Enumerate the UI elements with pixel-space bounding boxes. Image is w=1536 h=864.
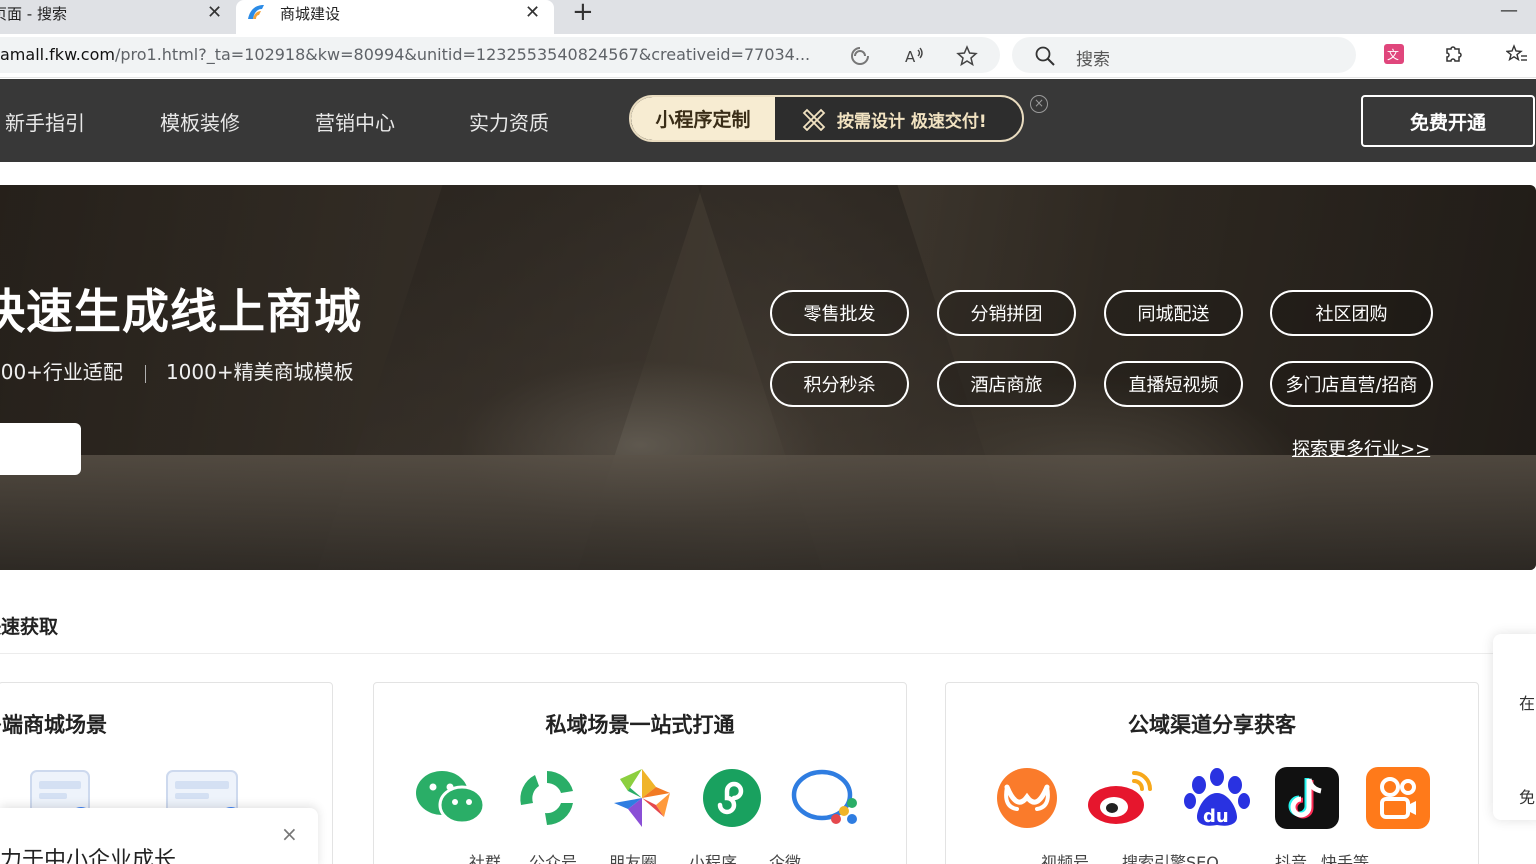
industry-tag[interactable]: 分销拼团 <box>937 290 1076 336</box>
weibo-icon <box>1088 771 1152 824</box>
hero-cta-button[interactable] <box>0 423 81 475</box>
extensions-puzzle-icon[interactable] <box>1442 43 1464 65</box>
industry-tag[interactable]: 酒店商旅 <box>937 361 1076 407</box>
channels-icon <box>997 768 1057 828</box>
moments-icon <box>613 769 671 827</box>
edge-refresh-icon[interactable] <box>849 45 871 67</box>
browser-tab-search[interactable]: 页面 - 搜索 ✕ <box>0 0 233 34</box>
industry-tag[interactable]: 零售批发 <box>770 290 909 336</box>
site-nav-bar: 新手指引 模板装修 营销中心 实力资质 小程序定制 按需设计 极速交付! <box>0 79 1536 162</box>
browser-search-box[interactable]: 搜索 <box>1012 37 1356 73</box>
douyin-icon <box>1275 767 1339 829</box>
site-favicon-icon <box>248 5 264 19</box>
card-title: 私域场景一站式打通 <box>545 713 735 737</box>
divider <box>0 653 1536 654</box>
wechat-icon <box>416 771 486 825</box>
design-tools-icon <box>802 108 826 131</box>
industry-tag[interactable]: 社区团购 <box>1270 290 1433 336</box>
hero-sub-templates: 1000+精美商城模板 <box>165 360 354 384</box>
section-title: 快速获取 <box>0 616 59 638</box>
address-bar: amall.fkw.com/pro1.html?_ta=102918&kw=80… <box>0 34 1536 78</box>
channel-label: 朋友圈 <box>609 853 658 864</box>
promo-slogan: 按需设计 极速交付! <box>837 112 987 132</box>
svg-text:A: A <box>905 48 916 66</box>
browser-tab-mall[interactable]: 商城建设 ✕ <box>236 0 554 34</box>
channel-label: 小程序 <box>689 853 738 864</box>
url-domain: amall.fkw.com <box>0 45 115 64</box>
close-icon[interactable]: × <box>281 822 298 846</box>
search-placeholder: 搜索 <box>1076 50 1110 70</box>
favorite-star-icon[interactable] <box>956 45 978 67</box>
tab-close-icon[interactable]: ✕ <box>525 4 540 22</box>
url-text: amall.fkw.com/pro1.html?_ta=102918&kw=80… <box>0 45 810 64</box>
read-aloud-icon[interactable]: A <box>903 45 925 67</box>
hero-subtitle: 100+行业适配 1000+精美商城模板 <box>0 356 354 385</box>
new-tab-icon[interactable]: + <box>572 0 594 25</box>
free-trial-label: 免 <box>1519 788 1536 807</box>
floating-contact-panel[interactable]: 在 免 <box>1493 634 1536 820</box>
hero-background-floor <box>0 455 1536 570</box>
url-path: /pro1.html?_ta=102918&kw=80994&unitid=12… <box>114 45 811 64</box>
promo-label: 小程序定制 <box>631 97 775 140</box>
baidu-icon: du <box>1184 768 1250 827</box>
channel-label: 快手等 <box>1321 853 1370 864</box>
nav-item-qualifications[interactable]: 实力资质 <box>469 107 549 136</box>
promo-close-icon[interactable]: × <box>1030 95 1048 113</box>
channel-label: 社群 <box>469 853 502 864</box>
kuaishou-icon <box>1366 767 1430 829</box>
free-signup-button[interactable]: 免费开通 <box>1361 95 1535 147</box>
channel-label: 抖音 <box>1275 853 1308 864</box>
miniprogram-icon <box>703 769 761 827</box>
browser-tab-bar: 页面 - 搜索 ✕ 商城建设 ✕ + — <box>0 0 1536 34</box>
hero-title: 快速生成线上商城 <box>0 285 362 340</box>
divider <box>144 364 146 383</box>
svg-text:文: 文 <box>1387 47 1399 62</box>
minimize-window-icon[interactable]: — <box>1500 0 1518 21</box>
channel-label: 企微 <box>769 853 802 864</box>
explore-more-industries-link[interactable]: 探索更多行业>> <box>1292 435 1430 461</box>
channel-label: 公众号 <box>529 853 578 864</box>
miniprogram-promo-banner[interactable]: 小程序定制 按需设计 极速交付! <box>629 95 1024 142</box>
online-consult-label: 在 <box>1519 694 1536 713</box>
card-title: 公域渠道分享获客 <box>1128 713 1296 737</box>
nav-item-guide[interactable]: 新手指引 <box>5 107 85 136</box>
tab-close-icon[interactable]: ✕ <box>207 4 222 22</box>
industry-tag[interactable]: 多门店直营/招商 <box>1270 361 1433 407</box>
nav-item-marketing[interactable]: 营销中心 <box>315 107 395 136</box>
tab-label: 页面 - 搜索 <box>0 5 67 23</box>
promo-popup: 助力于中小企业成长 × <box>0 808 318 864</box>
card-title: 多端商城场景 <box>0 713 107 737</box>
industry-tag[interactable]: 积分秒杀 <box>770 361 909 407</box>
channel-label: 搜索引擎SEO <box>1122 853 1219 864</box>
tab-label: 商城建设 <box>280 5 341 23</box>
hero-banner: 快速生成线上商城 100+行业适配 1000+精美商城模板 零售批发 分销拼团 同… <box>0 185 1536 570</box>
official-account-icon <box>520 771 573 825</box>
translate-extension-icon[interactable]: 文 <box>1383 43 1405 65</box>
channel-label: 视频号 <box>1041 853 1090 864</box>
hero-sub-industries: 100+行业适配 <box>0 360 123 384</box>
url-field[interactable]: amall.fkw.com/pro1.html?_ta=102918&kw=80… <box>0 37 1000 73</box>
svg-text:du: du <box>1203 806 1229 827</box>
industry-tag[interactable]: 直播短视频 <box>1104 361 1243 407</box>
feature-card-private-domain[interactable]: 私域场景一站式打通 社群 公众号 朋友圈 小程序 企微 <box>373 682 907 864</box>
industry-tag[interactable]: 同城配送 <box>1104 290 1243 336</box>
search-icon <box>1035 46 1055 66</box>
feature-card-public-domain[interactable]: 公域渠道分享获客 du 视频号 搜索引擎SEO 抖音 快手等 <box>945 682 1479 864</box>
popup-text: 助力于中小企业成长 <box>0 848 177 864</box>
favorites-list-icon[interactable] <box>1506 43 1528 65</box>
wecom-icon <box>791 769 857 824</box>
nav-item-templates[interactable]: 模板装修 <box>160 107 240 136</box>
